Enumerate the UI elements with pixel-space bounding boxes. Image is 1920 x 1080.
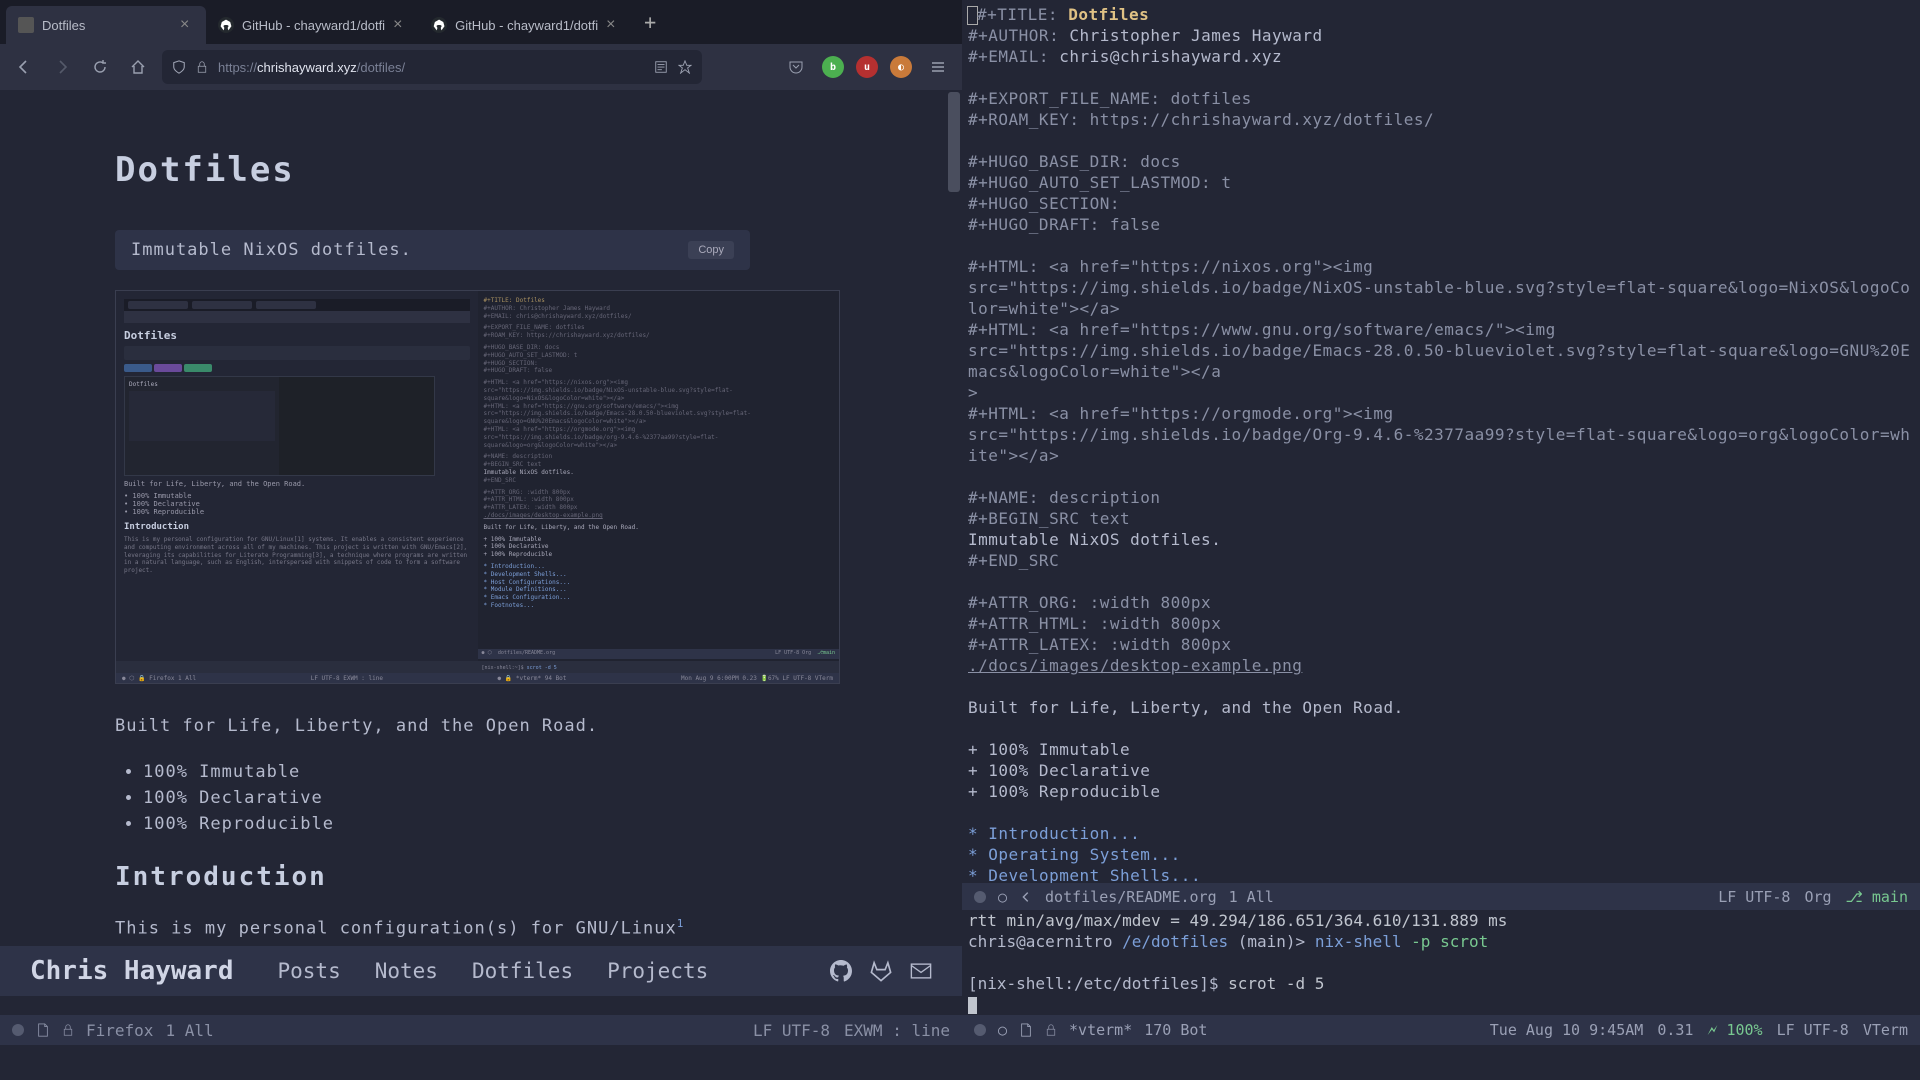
github-icon[interactable]: [830, 960, 852, 982]
bookmark-icon[interactable]: [678, 60, 692, 74]
battery-icon: 🗲 100%: [1707, 1021, 1762, 1039]
forward-button[interactable]: [48, 53, 76, 81]
encoding: LF UTF-8: [753, 1021, 830, 1040]
lock-icon: [1045, 1024, 1057, 1036]
modeline-org: ○ dotfiles/README.org 1 All LF UTF-8 Org…: [962, 883, 1920, 910]
mail-icon[interactable]: [910, 960, 932, 982]
position: 170 Bot: [1144, 1021, 1207, 1039]
list-item: 100% Immutable: [143, 762, 750, 782]
status-dot-icon: [974, 1024, 986, 1036]
encoding: LF UTF-8: [1718, 888, 1790, 906]
reload-button[interactable]: [86, 53, 114, 81]
back-button[interactable]: [10, 53, 38, 81]
github-icon: [218, 17, 234, 33]
url-bar[interactable]: https://chrishayward.xyz/dotfiles/: [162, 50, 702, 84]
major-mode: Org: [1804, 888, 1831, 906]
buffer-name: Firefox: [86, 1021, 153, 1040]
lock-icon: [196, 61, 208, 73]
tab-dotfiles[interactable]: Dotfiles ×: [6, 6, 206, 44]
page-content: Dotfiles Immutable NixOS dotfiles. Copy …: [0, 90, 962, 995]
pocket-icon[interactable]: [782, 53, 810, 81]
nav-dotfiles[interactable]: Dotfiles: [472, 959, 573, 983]
nav-brand[interactable]: Chris Hayward: [30, 956, 234, 986]
extension-icon[interactable]: ◐: [890, 56, 912, 78]
file-icon: [36, 1023, 50, 1037]
browser-toolbar: https://chrishayward.xyz/dotfiles/ b u ◐: [0, 44, 962, 90]
encoding: LF UTF-8: [1777, 1021, 1849, 1039]
vterm-buffer[interactable]: rtt min/avg/max/mdev = 49.294/186.651/36…: [962, 910, 1920, 1015]
close-icon[interactable]: ×: [606, 18, 620, 32]
tab-title: Dotfiles: [42, 18, 172, 33]
nav-posts[interactable]: Posts: [278, 959, 341, 983]
shield-icon: [172, 60, 186, 74]
buffer-name: *vterm*: [1069, 1021, 1132, 1039]
screenshot-image: Dotfiles Dotfiles Built for Life, Libert…: [115, 290, 840, 684]
extension-ublock-icon[interactable]: u: [856, 56, 878, 78]
copy-button[interactable]: Copy: [688, 241, 734, 259]
status-dot-icon: [974, 891, 986, 903]
extension-bitwarden-icon[interactable]: b: [822, 56, 844, 78]
minibuffer[interactable]: [0, 1045, 1920, 1080]
tab-github-1[interactable]: GitHub - chayward1/dotfi ×: [206, 6, 419, 44]
github-icon: [431, 17, 447, 33]
new-tab-button[interactable]: +: [632, 0, 668, 44]
org-buffer[interactable]: #+TITLE: Dotfiles #+AUTHOR: Christopher …: [962, 0, 1920, 883]
modeline-right: ○ *vterm* 170 Bot Tue Aug 10 9:45AM 0.31…: [962, 1015, 1920, 1045]
nav-projects[interactable]: Projects: [607, 959, 708, 983]
chevron-left-icon: [1019, 890, 1033, 904]
close-icon[interactable]: ×: [393, 18, 407, 32]
file-icon: [1019, 1023, 1033, 1037]
git-branch: ⎇ main: [1846, 888, 1908, 906]
code-block: Immutable NixOS dotfiles. Copy: [115, 230, 750, 270]
feature-list: 100% Immutable 100% Declarative 100% Rep…: [115, 762, 750, 834]
position: 1 All: [165, 1021, 213, 1040]
scrollbar[interactable]: [948, 92, 960, 192]
major-mode: EXWM : line: [844, 1021, 950, 1040]
close-icon[interactable]: ×: [180, 18, 194, 32]
gitlab-icon[interactable]: [870, 960, 892, 982]
lock-icon: [62, 1024, 74, 1036]
list-item: 100% Reproducible: [143, 814, 750, 834]
modeline-left: Firefox 1 All LF UTF-8 EXWM : line: [0, 1015, 962, 1045]
status-dot-icon: [12, 1024, 24, 1036]
tab-title: GitHub - chayward1/dotfi: [242, 18, 385, 33]
tagline: Built for Life, Liberty, and the Open Ro…: [115, 714, 750, 740]
position: 1 All: [1229, 888, 1274, 906]
buffer-path: dotfiles/README.org: [1045, 888, 1217, 906]
major-mode: VTerm: [1863, 1021, 1908, 1039]
reader-icon[interactable]: [654, 60, 668, 74]
code-text: Immutable NixOS dotfiles.: [131, 240, 412, 260]
circle-icon: ○: [998, 1021, 1007, 1039]
datetime: Tue Aug 10 9:45AM: [1490, 1021, 1644, 1039]
home-button[interactable]: [124, 53, 152, 81]
browser-tabs: Dotfiles × GitHub - chayward1/dotfi × Gi…: [0, 0, 962, 44]
nav-notes[interactable]: Notes: [375, 959, 438, 983]
tab-title: GitHub - chayward1/dotfi: [455, 18, 598, 33]
favicon-icon: [18, 17, 34, 33]
section-heading: Introduction: [115, 862, 750, 892]
menu-icon[interactable]: [924, 53, 952, 81]
load-avg: 0.31: [1657, 1021, 1693, 1039]
tab-github-2[interactable]: GitHub - chayward1/dotfi ×: [419, 6, 632, 44]
circle-icon: ○: [998, 888, 1007, 906]
list-item: 100% Declarative: [143, 788, 750, 808]
url-text: https://chrishayward.xyz/dotfiles/: [218, 60, 405, 75]
site-nav: Chris Hayward Posts Notes Dotfiles Proje…: [0, 946, 962, 996]
page-title: Dotfiles: [115, 150, 750, 190]
